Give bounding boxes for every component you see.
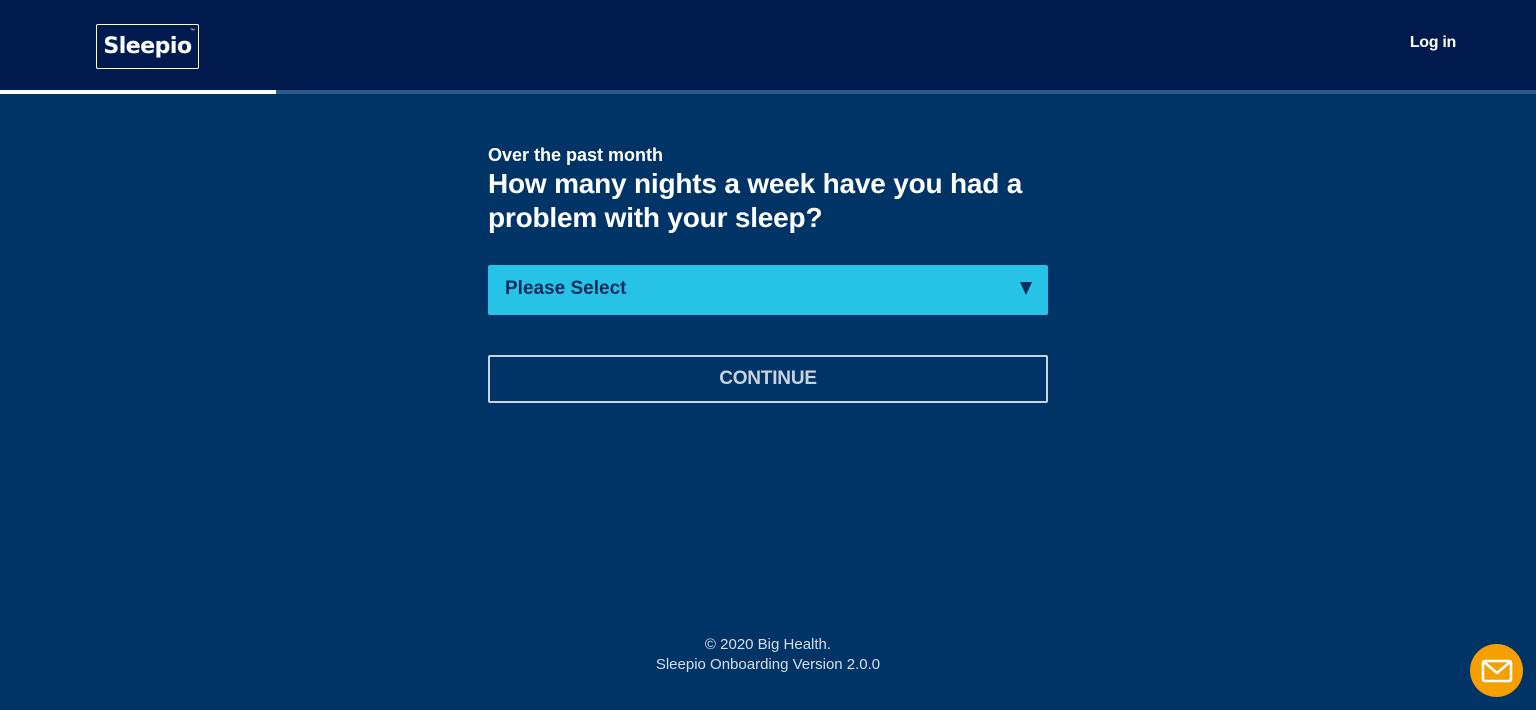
- nights-per-week-select[interactable]: Please Select: [488, 265, 1048, 315]
- footer-copyright: © 2020 Big Health.: [704, 636, 832, 653]
- question-eyebrow: Over the past month: [488, 145, 664, 165]
- question-panel: Over the past month How many nights a we…: [488, 144, 1048, 403]
- login-link[interactable]: Log in: [1410, 34, 1456, 52]
- envelope-icon: [1481, 659, 1512, 682]
- progress-bar: [0, 90, 1536, 94]
- progress-bar-fill: [0, 90, 277, 94]
- caret-down-icon: [1020, 282, 1032, 295]
- select-value: Please Select: [505, 278, 627, 299]
- logo-wordmark: Sleepio: [103, 33, 193, 59]
- footer: © 2020 Big Health. Sleepio Onboarding Ve…: [0, 635, 1536, 675]
- chat-button[interactable]: [1470, 644, 1523, 697]
- footer-version: Sleepio Onboarding Version 2.0.0: [655, 656, 881, 673]
- sleepio-logo[interactable]: Sleepio ™: [96, 24, 199, 69]
- logo-trademark: ™: [190, 28, 195, 34]
- top-header: Sleepio ™ Log in: [0, 0, 1536, 90]
- question-title: How many nights a week have you had a pr…: [488, 168, 1023, 233]
- continue-button[interactable]: CONTINUE: [488, 355, 1048, 403]
